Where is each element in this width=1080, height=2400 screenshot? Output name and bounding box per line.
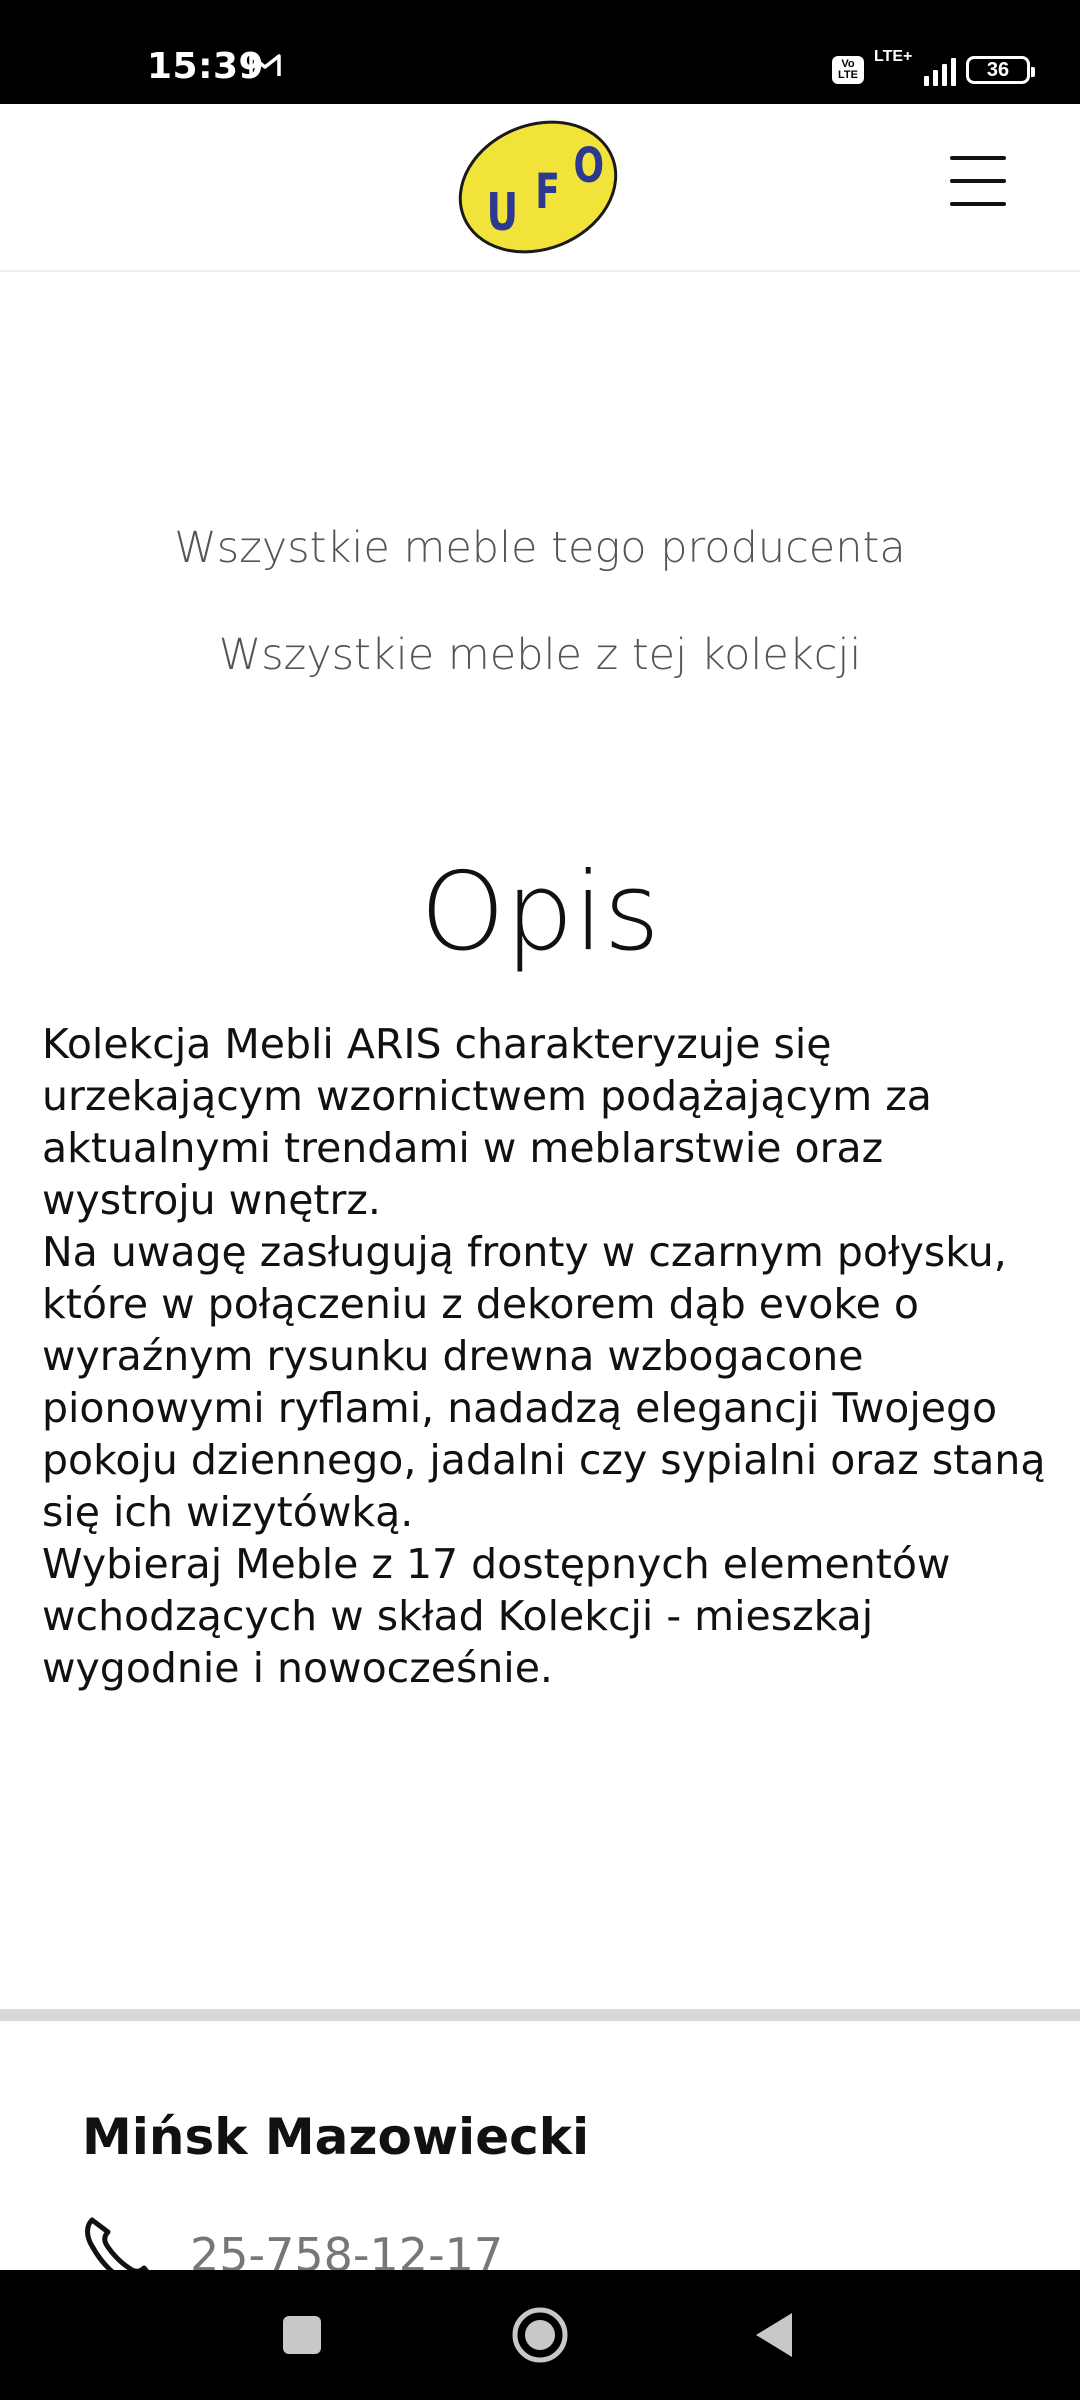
volte-icon: Vo LTE xyxy=(832,56,864,84)
description-paragraph: Na uwagę zasługują fronty w czarnym poły… xyxy=(42,1228,1046,1536)
svg-text:F: F xyxy=(535,165,560,220)
gmail-icon xyxy=(248,52,282,83)
status-time: 15:39 xyxy=(147,46,265,87)
store-name: Mińsk Mazowiecki xyxy=(82,2108,590,2166)
description-paragraph: Kolekcja Mebli ARIS charakteryzuje się u… xyxy=(42,1020,932,1224)
status-bar: 15:39 Vo LTE LTE+ 36 xyxy=(0,0,1080,104)
svg-text:U: U xyxy=(487,181,519,242)
all-producer-furniture-link[interactable]: Wszystkie meble tego producenta xyxy=(0,523,1080,573)
hamburger-menu-icon[interactable] xyxy=(950,156,1006,206)
battery-level: 36 xyxy=(986,58,1010,81)
site-header: U F O xyxy=(0,104,1080,272)
home-button[interactable] xyxy=(500,2300,580,2370)
status-indicators: Vo LTE LTE+ 36 xyxy=(832,48,1035,88)
svg-text:O: O xyxy=(574,139,605,194)
all-collection-furniture-link[interactable]: Wszystkie meble z tej kolekcji xyxy=(0,630,1080,680)
system-nav-bar xyxy=(0,2270,1080,2400)
description-text: Kolekcja Mebli ARIS charakteryzuje się u… xyxy=(42,1018,1052,1694)
network-type: LTE+ xyxy=(874,48,913,65)
lte-indicator: LTE+ xyxy=(874,48,914,88)
battery-icon: 36 xyxy=(966,56,1035,84)
recent-apps-button[interactable] xyxy=(262,2300,342,2370)
signal-icon xyxy=(924,54,956,86)
description-paragraph: Wybieraj Meble z 17 dostępnych elementów… xyxy=(42,1540,951,1692)
ufo-logo[interactable]: U F O xyxy=(455,120,621,254)
footer-divider xyxy=(0,2009,1080,2021)
description-title: Opis xyxy=(420,850,660,975)
back-button[interactable] xyxy=(734,2300,814,2370)
